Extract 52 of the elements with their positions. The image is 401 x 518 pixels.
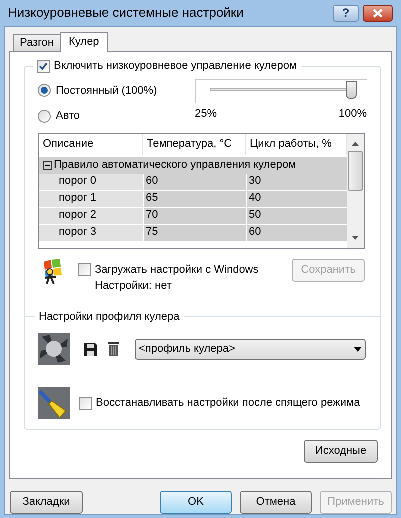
table-cell: порог 3 [39,224,143,240]
radio-label: Постоянный (100%) [56,84,158,98]
flag-figure-icon [41,258,63,284]
table-cell: 50 [246,208,347,224]
checkbox-label: Восстанавливать настройки после спящего режима [96,396,360,411]
close-icon [373,8,383,18]
table-cell: 60 [143,174,246,190]
table-cell: порог 2 [39,208,143,224]
settings-status: Настройки: нет [95,279,173,294]
close-button[interactable] [363,4,393,22]
table-cell: 40 [246,190,347,206]
window-title: Низкоуровневые системные настройки [8,4,244,22]
radio-button[interactable] [38,84,51,98]
table-cell: 70 [143,208,246,224]
group-label: Правило автоматического управления кулером [54,158,296,173]
dialog-button[interactable]: Отмена [240,491,312,514]
fan-icon [38,333,70,365]
tab[interactable]: Кулер [60,32,108,52]
table-cell: 30 [246,174,347,190]
checkbox[interactable] [37,60,50,73]
defaults-button[interactable]: Исходные [304,440,378,463]
slider-thumb[interactable] [346,80,357,98]
profile-dropdown[interactable]: <профиль кулера> [135,338,366,360]
brush-icon [38,387,70,419]
table-cell: 65 [143,190,246,206]
radio-button[interactable] [38,110,51,123]
column-header[interactable]: Описание [39,134,143,154]
scroll-down-icon[interactable] [352,236,359,240]
table-cell: 75 [143,224,246,240]
tab[interactable]: Разгон [13,34,60,51]
collapse-icon[interactable] [43,160,52,170]
checkbox[interactable] [78,263,91,276]
slider[interactable] [195,78,367,102]
save-icon[interactable] [84,342,97,356]
slider-min-label: 25% [195,106,218,122]
scrollbar[interactable] [347,134,364,248]
slider-max-label: 100% [338,106,367,122]
section-title: Настройки профиля кулера [38,310,181,324]
checkbox-label: Включить низкоуровневое управление кулером [54,59,297,74]
table-cell: порог 1 [39,190,143,206]
caret-icon [354,346,362,352]
dialog-button[interactable]: Закладки [10,491,83,514]
trash-icon[interactable] [108,342,119,356]
dialog-button[interactable]: OK [160,491,232,514]
checkbox-label: Загружать настройки с Windows [95,262,259,278]
help-button[interactable]: ? [333,4,359,22]
scroll-up-icon[interactable] [352,142,359,146]
column-header[interactable]: Температура, °C [143,134,246,154]
checkbox[interactable] [79,396,92,410]
radio-label: Авто [56,109,80,124]
table-cell: 60 [246,224,347,240]
table-cell: порог 0 [39,174,143,190]
